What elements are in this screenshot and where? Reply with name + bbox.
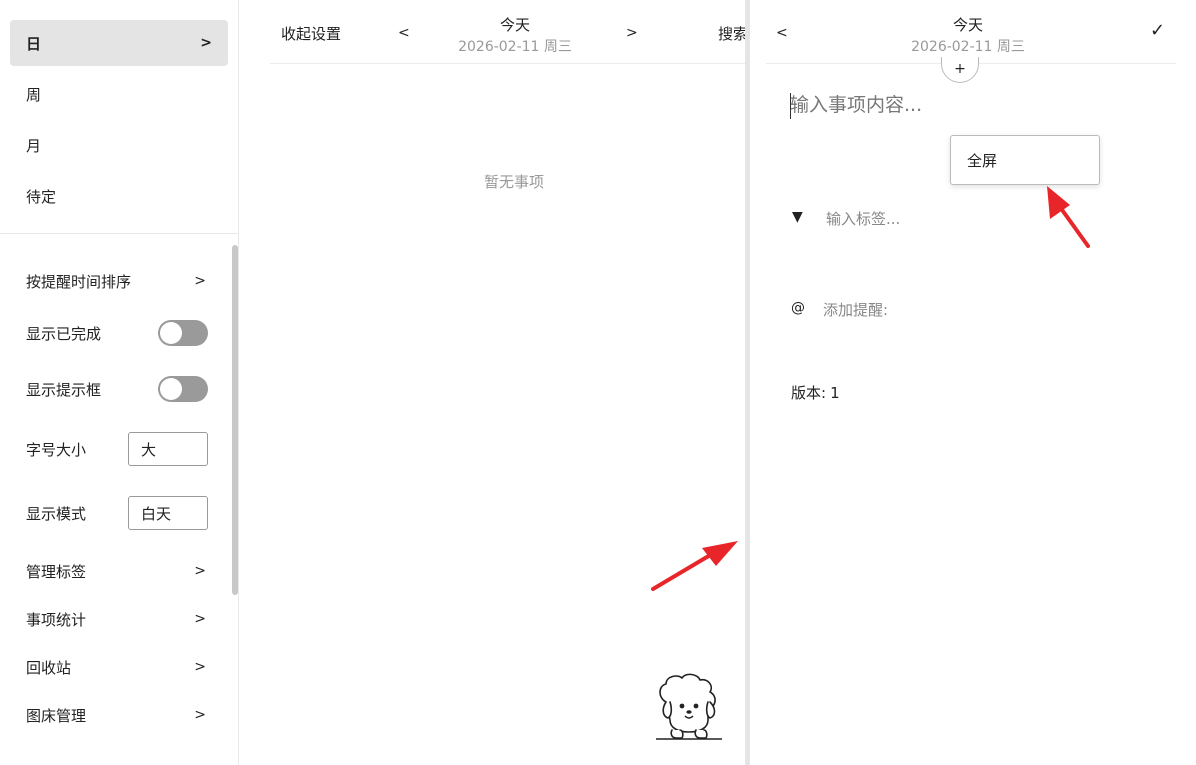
view-week-label: 周 — [26, 85, 42, 104]
back-button[interactable]: < — [776, 25, 788, 41]
empty-state-text: 暂无事项 — [484, 173, 545, 191]
toggle-knob — [160, 322, 182, 344]
setting-show-hint: 显示提示框 — [26, 376, 208, 402]
sidebar-scrollbar[interactable] — [232, 245, 238, 595]
toggle-knob — [160, 378, 182, 400]
sidebar-divider — [0, 233, 239, 234]
view-week[interactable]: 周 — [10, 71, 228, 117]
setting-show-completed: 显示已完成 — [26, 320, 208, 346]
display-mode-select[interactable]: 白天 — [128, 496, 208, 530]
task-list-pane: 收起设置 < 今天 2026-02-11 周三 > 搜索 暂无事项 — [240, 0, 745, 765]
view-day[interactable]: 日 > — [10, 20, 228, 66]
setting-manage-tags[interactable]: 管理标签 > — [26, 560, 208, 582]
next-day-button[interactable]: > — [626, 25, 638, 41]
list-date-sub: 2026-02-11 周三 — [458, 39, 572, 55]
show-hint-toggle[interactable] — [158, 376, 208, 402]
view-day-label: 日 — [26, 34, 42, 53]
chevron-right-icon: > — [194, 563, 206, 579]
editor-date-title: 今天 — [952, 16, 983, 34]
version-label: 版本: — [791, 384, 827, 402]
setting-recycle[interactable]: 回收站 > — [26, 656, 208, 678]
fullscreen-popup[interactable]: 全屏 — [950, 135, 1100, 185]
view-pending[interactable]: 待定 — [10, 173, 228, 219]
setting-stats[interactable]: 事项统计 > — [26, 608, 208, 630]
setting-recycle-label: 回收站 — [26, 658, 72, 677]
setting-display-mode-label: 显示模式 — [26, 504, 87, 523]
chevron-right-icon: > — [194, 659, 206, 675]
view-month[interactable]: 月 — [10, 122, 228, 168]
editor-date: 今天 2026-02-11 周三 — [888, 14, 1048, 56]
setting-image-host-label: 图床管理 — [26, 706, 87, 725]
prev-day-button[interactable]: < — [398, 25, 410, 41]
app-root: 日 > 周 月 待定 按提醒时间排序 > 显示已完成 显示提示框 字号大小 大 — [0, 0, 1196, 765]
setting-show-completed-label: 显示已完成 — [26, 324, 102, 343]
setting-manage-tags-label: 管理标签 — [26, 562, 87, 581]
chevron-right-icon: > — [200, 35, 212, 51]
chevron-right-icon: > — [194, 273, 206, 289]
font-size-select[interactable]: 大 — [128, 432, 208, 466]
view-month-label: 月 — [26, 136, 42, 155]
editor-panel: < 今天 2026-02-11 周三 ✓ + 全屏 ▼ 输入标签... @ 添加… — [750, 0, 1196, 765]
reminder-input[interactable]: 添加提醒: — [823, 299, 888, 320]
setting-display-mode: 显示模式 白天 — [26, 496, 208, 530]
editor-date-sub: 2026-02-11 周三 — [911, 39, 1025, 55]
list-date: 今天 2026-02-11 周三 — [435, 14, 595, 56]
chevron-right-icon: > — [194, 707, 206, 723]
view-pending-label: 待定 — [26, 187, 57, 206]
at-icon: @ — [791, 300, 805, 316]
add-button[interactable]: + — [941, 57, 979, 83]
list-date-title: 今天 — [499, 16, 530, 34]
fullscreen-option[interactable]: 全屏 — [967, 150, 997, 171]
search-button[interactable]: 搜索 — [718, 23, 745, 44]
setting-sort[interactable]: 按提醒时间排序 > — [26, 270, 208, 292]
tag-dropdown-icon[interactable]: ▼ — [792, 209, 803, 225]
collapse-settings-button[interactable]: 收起设置 — [281, 23, 341, 44]
setting-show-hint-label: 显示提示框 — [26, 380, 102, 399]
editor-header: < 今天 2026-02-11 周三 ✓ — [766, 0, 1176, 64]
chevron-right-icon: > — [194, 611, 206, 627]
setting-sort-label: 按提醒时间排序 — [26, 272, 132, 291]
version-info: 版本: 1 — [791, 382, 844, 403]
setting-stats-label: 事项统计 — [26, 610, 87, 629]
tag-input[interactable]: 输入标签... — [826, 208, 900, 229]
confirm-check-icon[interactable]: ✓ — [1150, 20, 1165, 41]
puppy-mascot-icon — [656, 673, 722, 740]
setting-font-size-label: 字号大小 — [26, 440, 87, 459]
list-header: 收起设置 < 今天 2026-02-11 周三 > 搜索 — [270, 0, 745, 64]
version-value: 1 — [830, 384, 840, 402]
sidebar: 日 > 周 月 待定 按提醒时间排序 > 显示已完成 显示提示框 字号大小 大 — [0, 0, 239, 765]
setting-font-size: 字号大小 大 — [26, 432, 208, 466]
content-input[interactable] — [790, 90, 1170, 120]
setting-image-host[interactable]: 图床管理 > — [26, 704, 208, 726]
show-completed-toggle[interactable] — [158, 320, 208, 346]
text-caret — [790, 93, 791, 119]
